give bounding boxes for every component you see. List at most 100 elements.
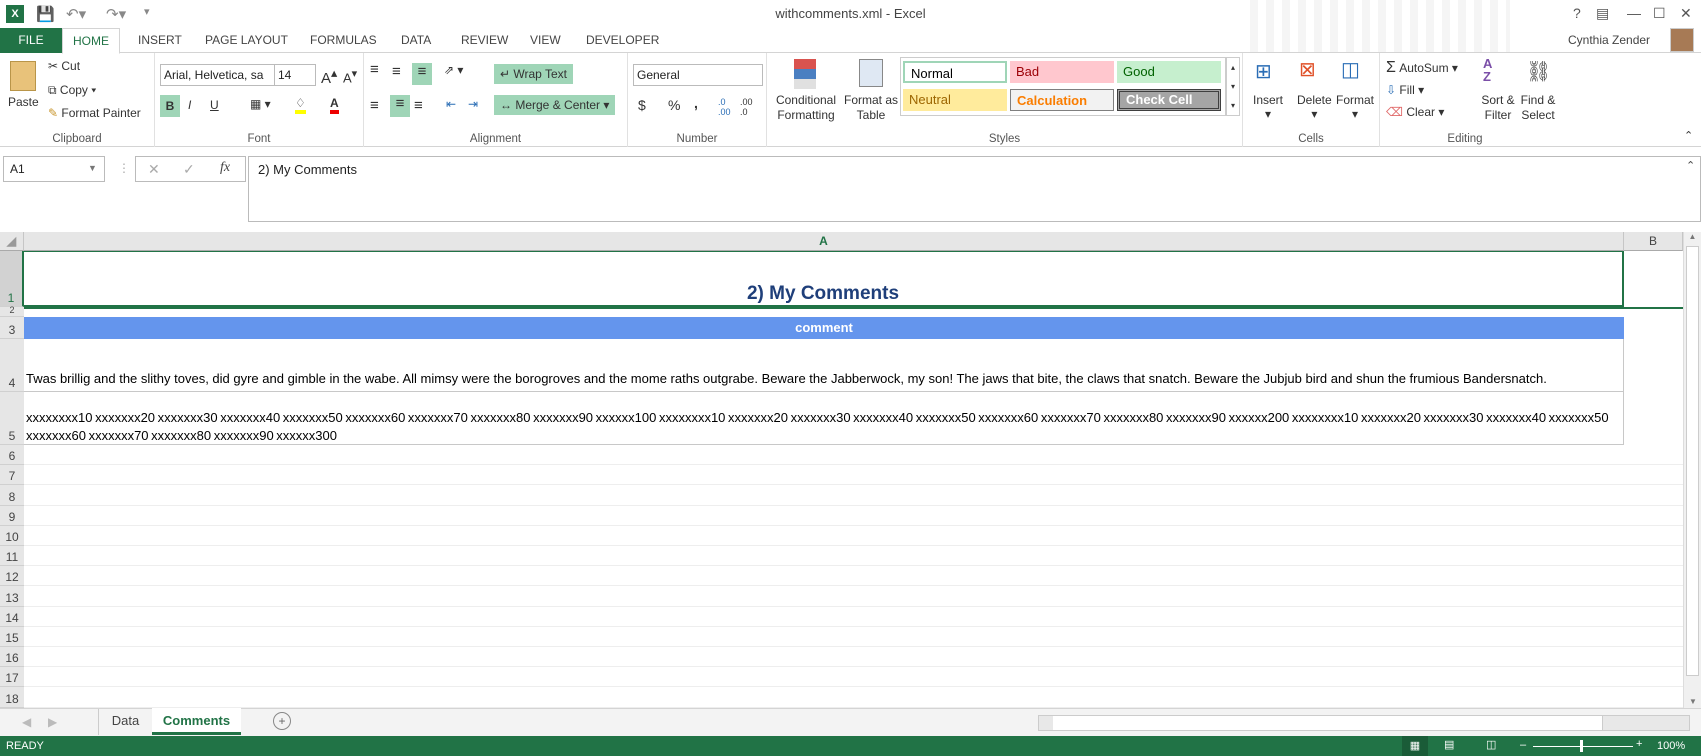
cell-a4[interactable]: Twas brillig and the slithy toves, did g… — [24, 339, 1624, 392]
scroll-down-icon[interactable]: ▼ — [1684, 697, 1701, 706]
row-header-11[interactable]: 11 — [0, 546, 24, 567]
merge-center-button[interactable]: ↔ Merge & Center ▾ — [494, 95, 616, 115]
style-check-cell[interactable]: Check Cell — [1117, 89, 1221, 111]
find-select-button[interactable]: Find & Select — [1516, 93, 1560, 123]
font-color-icon[interactable]: A — [330, 96, 339, 114]
decrease-decimal-icon[interactable]: .00.0 — [740, 97, 753, 117]
help-button[interactable]: ? — [1573, 5, 1581, 21]
align-top-icon[interactable]: ≡ — [370, 61, 379, 78]
zoom-level[interactable]: 100% — [1657, 740, 1685, 752]
style-normal[interactable]: Normal — [903, 61, 1007, 83]
sheet-tab-comments[interactable]: Comments — [152, 708, 241, 735]
formula-input[interactable]: 2) My Comments — [248, 156, 1701, 222]
row-header-7[interactable]: 7 — [0, 465, 24, 486]
scroll-up-icon[interactable]: ▲ — [1684, 232, 1701, 241]
fill-button[interactable]: ⇩ Fill ▾ — [1386, 83, 1424, 97]
cell-a5[interactable]: xxxxxxxx10 xxxxxxx20 xxxxxxx30 xxxxxxx40… — [24, 392, 1624, 445]
tab-data[interactable]: DATA — [391, 28, 441, 53]
format-as-table-button[interactable]: Format as Table — [843, 93, 899, 123]
row-header-10[interactable]: 10 — [0, 525, 24, 546]
tab-view[interactable]: VIEW — [520, 28, 571, 53]
horizontal-scroll-thumb[interactable] — [1053, 716, 1603, 730]
enter-icon[interactable]: ✓ — [183, 161, 195, 178]
format-painter-button[interactable]: ✎ Format Painter — [48, 106, 141, 120]
tab-file[interactable]: FILE — [0, 28, 62, 53]
align-center-icon[interactable]: ≡ — [390, 95, 410, 117]
zoom-in-button[interactable]: + — [1636, 738, 1642, 750]
style-calculation[interactable]: Calculation — [1010, 89, 1114, 111]
style-bad[interactable]: Bad — [1010, 61, 1114, 83]
decrease-font-icon[interactable]: A▾ — [343, 67, 357, 85]
user-avatar[interactable] — [1670, 28, 1694, 52]
horizontal-scrollbar[interactable] — [1038, 715, 1690, 731]
style-good[interactable]: Good — [1117, 61, 1221, 83]
autosum-button[interactable]: Σ AutoSum ▾ — [1386, 59, 1458, 77]
styles-scroll[interactable]: ▴ ▾ ▾ — [1226, 57, 1240, 116]
zoom-out-button[interactable]: – — [1520, 739, 1526, 751]
increase-decimal-icon[interactable]: .0.00 — [718, 97, 731, 117]
tab-insert[interactable]: INSERT — [128, 28, 192, 53]
row-header-4[interactable]: 4 — [0, 339, 24, 392]
row-header-15[interactable]: 15 — [0, 626, 24, 647]
select-all-button[interactable]: ◢ — [0, 232, 24, 251]
worksheet-grid[interactable]: ◢ A B ▲ ▼ 1 2 3 4 5 6 7 8 9 10 11 12 13 14 15 16 17 18 2)… — [0, 232, 1701, 708]
row-header-5[interactable]: 5 — [0, 392, 24, 445]
ribbon-display-options-icon[interactable]: ▤ — [1596, 5, 1609, 22]
row-header-1[interactable]: 1 — [0, 251, 24, 307]
align-bottom-icon[interactable]: ≡ — [412, 63, 432, 85]
increase-font-icon[interactable]: A▴ — [321, 65, 337, 87]
format-button[interactable]: Format ▾ — [1336, 93, 1374, 121]
close-button[interactable]: ✕ — [1680, 5, 1692, 22]
row-header-2[interactable]: 2 — [0, 306, 24, 317]
row-header-3[interactable]: 3 — [0, 317, 24, 339]
row-header-13[interactable]: 13 — [0, 586, 24, 607]
comma-button[interactable]: , — [694, 95, 698, 111]
row-header-12[interactable]: 12 — [0, 566, 24, 587]
cancel-icon[interactable]: ✕ — [148, 161, 160, 178]
align-middle-icon[interactable]: ≡ — [392, 63, 401, 80]
tab-page-layout[interactable]: PAGE LAYOUT — [195, 28, 298, 53]
tab-review[interactable]: REVIEW — [451, 28, 518, 53]
clear-button[interactable]: ⌫ Clear ▾ — [1386, 105, 1444, 119]
align-left-icon[interactable]: ≡ — [370, 97, 379, 114]
minimize-button[interactable]: — — [1627, 5, 1641, 21]
row-header-18[interactable]: 18 — [0, 687, 24, 708]
copy-button[interactable]: ⧉ Copy ▾ — [48, 83, 96, 98]
delete-button[interactable]: Delete ▾ — [1297, 93, 1332, 121]
paste-button[interactable]: Paste — [8, 95, 39, 109]
row-header-17[interactable]: 17 — [0, 667, 24, 688]
currency-button[interactable]: $ — [638, 97, 646, 113]
row-header-16[interactable]: 16 — [0, 647, 24, 668]
insert-button[interactable]: Insert ▾ — [1253, 93, 1283, 121]
italic-button[interactable]: I — [188, 98, 191, 112]
style-neutral[interactable]: Neutral — [903, 89, 1007, 111]
normal-view-icon[interactable]: ▦ — [1402, 736, 1428, 756]
zoom-slider-thumb[interactable] — [1580, 740, 1583, 752]
bold-button[interactable]: B — [160, 95, 180, 117]
name-box-dropdown-icon[interactable]: ▼ — [88, 163, 97, 173]
conditional-formatting-button[interactable]: Conditional Formatting — [773, 93, 839, 123]
page-break-view-icon[interactable]: ◫ — [1486, 738, 1496, 751]
row-header-6[interactable]: 6 — [0, 445, 24, 466]
column-header-b[interactable]: B — [1624, 232, 1683, 251]
align-right-icon[interactable]: ≡ — [414, 97, 423, 114]
orientation-icon[interactable]: ⇗ ▾ — [444, 63, 463, 77]
vertical-scrollbar[interactable]: ▲ ▼ — [1683, 232, 1701, 708]
borders-icon[interactable]: ▦ ▾ — [250, 97, 271, 111]
wrap-text-button[interactable]: ↵ Wrap Text — [494, 64, 573, 84]
sort-filter-button[interactable]: Sort & Filter — [1476, 93, 1520, 123]
font-size-select[interactable]: 14 — [274, 64, 316, 86]
tab-formulas[interactable]: FORMULAS — [300, 28, 387, 53]
expand-formula-bar-icon[interactable]: ⌃ — [1686, 159, 1695, 172]
column-header-a[interactable]: A — [24, 232, 1624, 251]
paste-icon[interactable] — [10, 61, 36, 91]
row-header-9[interactable]: 9 — [0, 505, 24, 526]
user-name[interactable]: Cynthia Zender — [1558, 28, 1660, 53]
percent-button[interactable]: % — [668, 97, 680, 113]
tab-developer[interactable]: DEVELOPER — [576, 28, 669, 53]
underline-button[interactable]: U — [210, 98, 219, 112]
page-layout-view-icon[interactable]: ▤ — [1444, 738, 1454, 751]
font-name-select[interactable]: Arial, Helvetica, sa — [160, 64, 275, 86]
fill-color-icon[interactable]: ♢ — [295, 96, 306, 114]
new-sheet-button[interactable]: + — [273, 712, 291, 730]
